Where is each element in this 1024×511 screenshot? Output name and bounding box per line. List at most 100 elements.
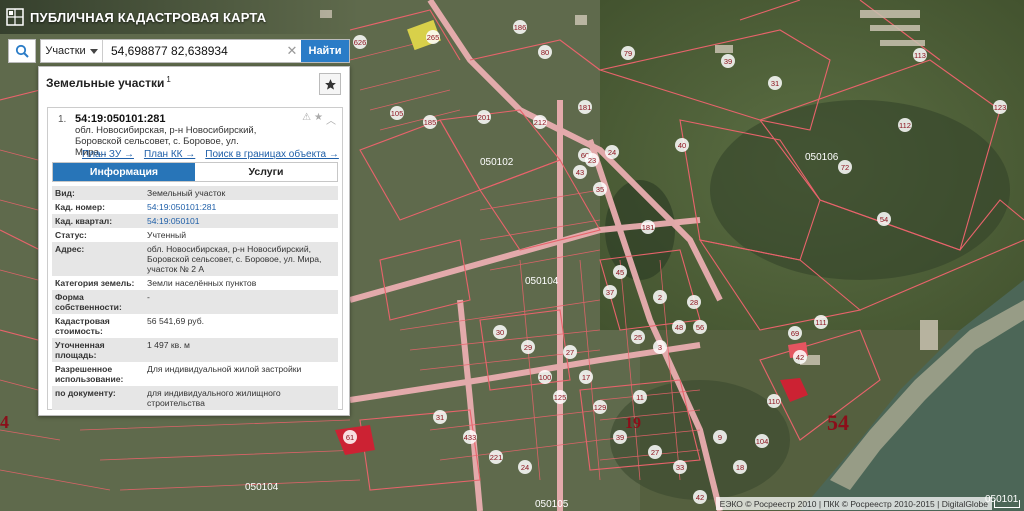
parcel-label[interactable]: 48 xyxy=(672,320,686,334)
card-tools: ⚠ ★ ︿ xyxy=(302,112,336,127)
district-label: 19 xyxy=(625,415,641,432)
info-row: Уточненная площадь: 1 497 кв. м xyxy=(52,338,338,362)
parcel-label[interactable]: 29 xyxy=(521,340,535,354)
parcel-label[interactable]: 181 xyxy=(578,100,592,114)
parcel-label[interactable]: 112 xyxy=(898,118,912,132)
parcel-number: 42 xyxy=(696,493,704,502)
parcel-label[interactable]: 104 xyxy=(755,434,769,448)
parcel-label[interactable]: 72 xyxy=(838,160,852,174)
info-row: Кадастровая стоимость: 56 541,69 руб. xyxy=(52,314,338,338)
parcel-label[interactable]: 181 xyxy=(641,220,655,234)
parcel-label[interactable]: 42 xyxy=(693,490,707,504)
parcel-label[interactable]: 37 xyxy=(603,285,617,299)
parcel-label[interactable]: 24 xyxy=(518,460,532,474)
parcel-label[interactable]: 28 xyxy=(687,295,701,309)
parcel-label[interactable]: 69 xyxy=(788,326,802,340)
info-value[interactable]: 54:19:050101 xyxy=(144,214,338,228)
search-type-dropdown[interactable]: Участки xyxy=(41,40,103,62)
parcel-label[interactable]: 79 xyxy=(621,46,635,60)
parcel-label[interactable]: 27 xyxy=(563,345,577,359)
star-icon xyxy=(324,78,336,90)
info-value: 1 497 кв. м xyxy=(144,338,338,362)
parcel-number: 104 xyxy=(756,437,769,446)
parcel-label[interactable]: 100 xyxy=(538,370,552,384)
parcel-label[interactable]: 31 xyxy=(768,76,782,90)
parcel-label[interactable]: 42 xyxy=(793,350,807,364)
parcel-label[interactable]: 30 xyxy=(493,325,507,339)
parcel-number: 125 xyxy=(554,393,567,402)
parcel-label[interactable]: 39 xyxy=(721,54,735,68)
parcel-label[interactable]: 2 xyxy=(653,290,667,304)
star-outline-icon[interactable]: ★ xyxy=(314,112,323,127)
cadastral-number[interactable]: 54:19:050101:281 xyxy=(75,113,166,125)
parcel-label[interactable]: 9 xyxy=(713,430,727,444)
parcel-label[interactable]: 125 xyxy=(553,390,567,404)
parcel-number: 24 xyxy=(521,463,529,472)
parcel-number: 30 xyxy=(496,328,504,337)
parcel-label[interactable]: 123 xyxy=(993,100,1007,114)
info-key: Кад. номер: xyxy=(52,200,144,214)
parcel-label[interactable]: 61 xyxy=(343,430,357,444)
tab-services[interactable]: Услуги xyxy=(195,163,337,181)
parcel-label[interactable]: 40 xyxy=(675,138,689,152)
parcel-label[interactable]: 24 xyxy=(605,145,619,159)
parcel-label[interactable]: 212 xyxy=(533,115,547,129)
parcel-number: 31 xyxy=(771,79,779,88)
parcel-label[interactable]: 18 xyxy=(733,460,747,474)
quarter-plan-link[interactable]: План КК → xyxy=(144,149,195,160)
parcel-label[interactable]: 129 xyxy=(593,400,607,414)
parcel-label[interactable]: 27 xyxy=(648,445,662,459)
parcel-plan-link[interactable]: План ЗУ → xyxy=(82,149,134,160)
parcel-label[interactable]: 80 xyxy=(538,45,552,59)
info-key: Уточненная площадь: xyxy=(52,338,144,362)
parcel-number: 42 xyxy=(796,353,804,362)
info-row: Категория земель: Земли населённых пункто… xyxy=(52,276,338,290)
parcel-label[interactable]: 35 xyxy=(593,182,607,196)
parcel-label[interactable]: 11 xyxy=(633,390,647,404)
info-key: Разрешенное использование: xyxy=(52,362,144,386)
info-key: по документу: xyxy=(52,386,144,410)
parcel-label[interactable]: 626 xyxy=(353,35,367,49)
info-value[interactable]: 54:19:050101:281 xyxy=(144,200,338,214)
parcel-label[interactable]: 56 xyxy=(693,320,707,334)
parcel-label[interactable]: 185 xyxy=(423,115,437,129)
parcel-label[interactable]: 17 xyxy=(579,370,593,384)
parcel-number: 111 xyxy=(815,318,826,327)
parcel-label[interactable]: 265 xyxy=(426,30,440,44)
parcel-label[interactable]: 45 xyxy=(613,265,627,279)
app-title: ПУБЛИЧНАЯ КАДАСТРОВАЯ КАРТА xyxy=(30,9,267,25)
collapse-icon[interactable]: ︿ xyxy=(326,112,336,127)
parcel-label[interactable]: 221 xyxy=(489,450,503,464)
parcel-label[interactable]: 43 xyxy=(573,165,587,179)
search-toggle-button[interactable] xyxy=(8,39,36,63)
parcel-label[interactable]: 3 xyxy=(653,340,667,354)
parcel-number: 123 xyxy=(994,103,1007,112)
parcel-number: 69 xyxy=(791,329,799,338)
parcel-label[interactable]: 31 xyxy=(433,410,447,424)
clear-search-icon[interactable]: ✕ xyxy=(283,40,301,62)
parcel-number: 79 xyxy=(624,49,632,58)
parcel-label[interactable]: 433 xyxy=(463,430,477,444)
parcel-label[interactable]: 33 xyxy=(673,460,687,474)
tab-information[interactable]: Информация xyxy=(53,163,195,181)
parcel-label[interactable]: 186 xyxy=(513,20,527,34)
warning-icon[interactable]: ⚠ xyxy=(302,112,311,127)
search-button[interactable]: Найти xyxy=(301,40,349,62)
parcel-label[interactable]: 111 xyxy=(814,315,828,329)
parcel-label[interactable]: 110 xyxy=(767,394,781,408)
search-input[interactable] xyxy=(103,40,283,62)
parcel-label[interactable]: 113 xyxy=(913,48,927,62)
parcel-label[interactable]: 201 xyxy=(477,110,491,124)
attribution-text: ЕЭКО © Росреестр 2010 | ПКК © Росреестр … xyxy=(719,498,988,509)
parcel-label[interactable]: 39 xyxy=(613,430,627,444)
favorite-button[interactable] xyxy=(319,73,341,95)
search-icon xyxy=(15,44,29,58)
parcel-label[interactable]: 105 xyxy=(390,106,404,120)
parcel-label[interactable]: 54 xyxy=(877,212,891,226)
region-label: 54 xyxy=(827,410,849,435)
parcel-number: 110 xyxy=(768,397,780,406)
parcel-label[interactable]: 25 xyxy=(631,330,645,344)
search-in-bounds-link[interactable]: Поиск в границах объекта → xyxy=(205,149,339,160)
parcel-label[interactable]: 23 xyxy=(585,153,599,167)
parcel-number: 43 xyxy=(576,168,584,177)
